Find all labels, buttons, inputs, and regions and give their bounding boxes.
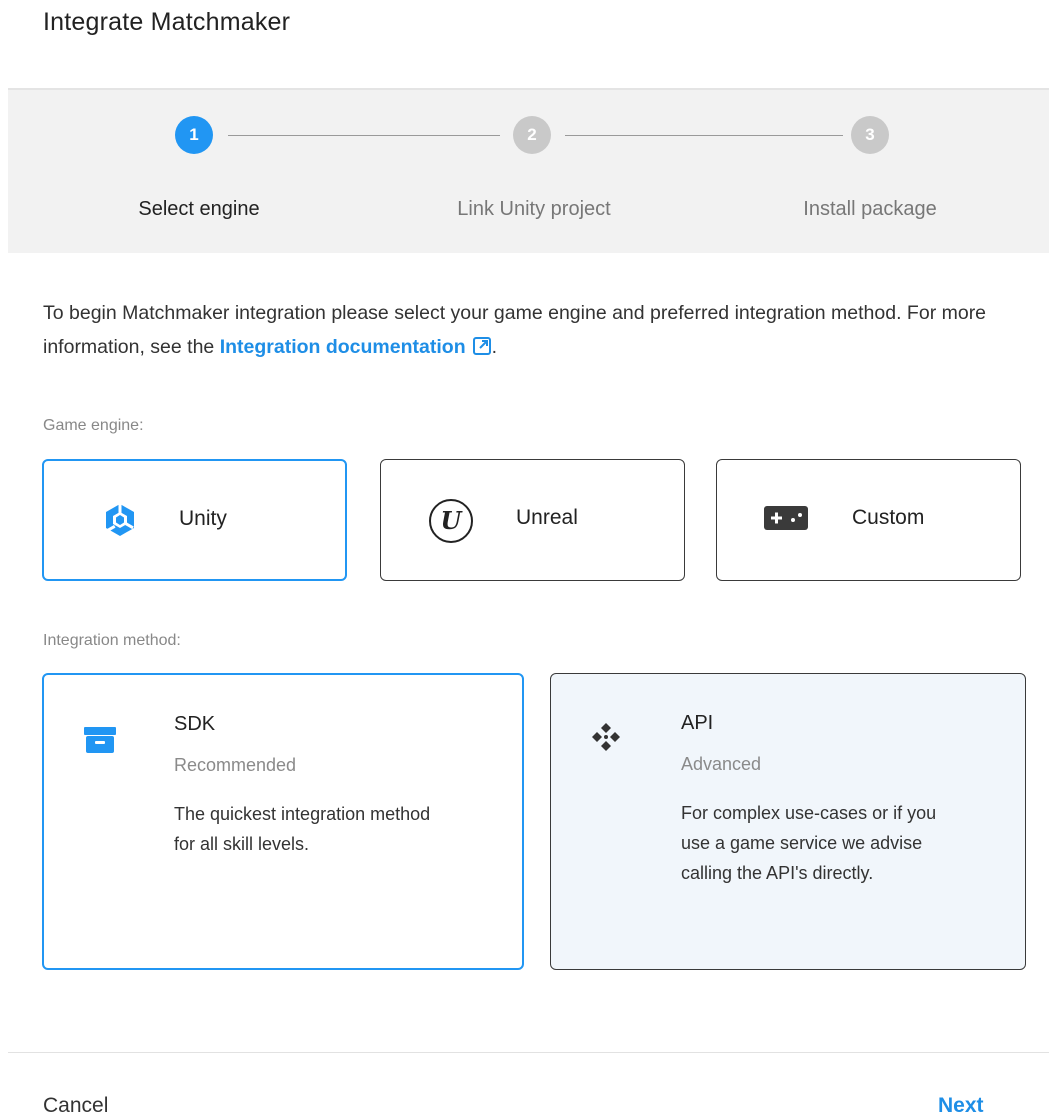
method-option-api[interactable]: API Advanced For complex use-cases or if… [550, 673, 1026, 970]
intro-text-period: . [491, 336, 498, 358]
integration-docs-link[interactable]: Integration documentation [220, 336, 492, 358]
engine-option-label: Unreal [516, 506, 578, 529]
step-3-label: Install package [803, 198, 937, 220]
gamepad-icon [764, 506, 808, 535]
step-3-circle: 3 [851, 116, 889, 154]
unreal-logo-icon: U [428, 498, 474, 549]
dialog-title: Integrate Matchmaker [43, 8, 291, 36]
integration-method-label: Integration method: [43, 632, 181, 649]
footer-divider [8, 1052, 1049, 1053]
method-title: API [681, 712, 714, 734]
method-description: The quickest integration method for all … [174, 804, 431, 854]
unity-logo-icon [104, 503, 136, 542]
step-connector-2 [565, 135, 843, 136]
method-subtitle: Recommended [174, 755, 297, 775]
intro-text-body: To begin Matchmaker integration please s… [43, 302, 987, 358]
api-diamond-icon [591, 722, 621, 757]
method-option-sdk[interactable]: SDK Recommended The quickest integration… [42, 673, 524, 970]
step-2-circle: 2 [513, 116, 551, 154]
step-1-label: Select engine [138, 198, 260, 220]
method-subtitle: Advanced [681, 754, 762, 774]
package-box-icon [84, 723, 116, 760]
method-title: SDK [174, 713, 216, 735]
intro-text: To begin Matchmaker integration please s… [43, 296, 1003, 367]
svg-text:U: U [441, 506, 464, 535]
stepper: 1 2 3 Select engine Link Unity project I… [8, 88, 1049, 253]
integration-docs-link-label: Integration documentation [219, 336, 466, 358]
engine-option-custom[interactable]: Custom [716, 459, 1021, 581]
game-engine-label: Game engine: [43, 417, 144, 434]
step-connector-1 [228, 135, 500, 136]
external-link-icon [472, 333, 492, 367]
step-2-label: Link Unity project [457, 198, 611, 220]
engine-option-unity[interactable]: Unity [42, 459, 347, 581]
step-1-circle: 1 [175, 116, 213, 154]
cancel-button[interactable]: Cancel [43, 1094, 108, 1118]
engine-option-label: Custom [852, 506, 925, 529]
engine-option-label: Unity [179, 507, 227, 530]
method-description: For complex use-cases or if you use a ga… [681, 803, 937, 883]
next-button[interactable]: Next [938, 1094, 984, 1118]
engine-option-unreal[interactable]: U Unreal [380, 459, 685, 581]
